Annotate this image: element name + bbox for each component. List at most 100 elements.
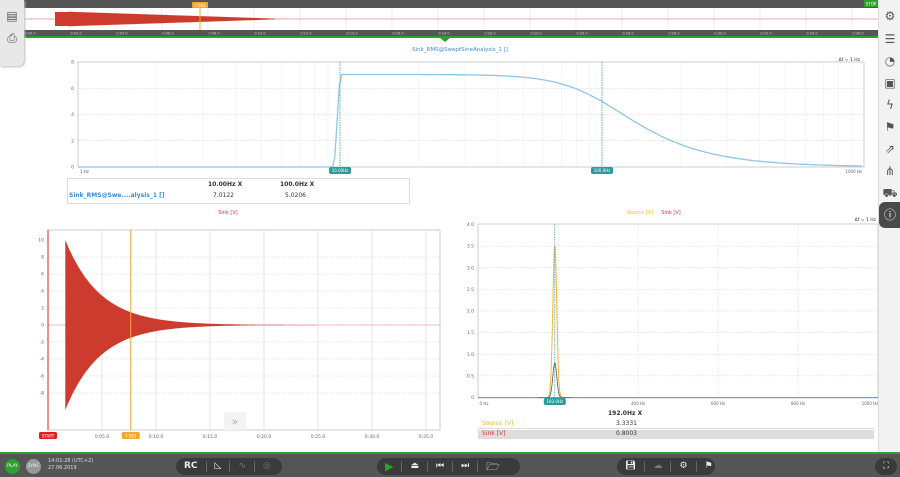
fft-row-value: 0.8003	[616, 430, 637, 437]
date-label: 27.06.2019	[48, 465, 77, 471]
report-icon[interactable]: ▣	[879, 72, 900, 94]
timeline-tick-label: 0:28.0	[668, 32, 679, 36]
time-y-tick-label: -2	[40, 340, 45, 346]
list-icon[interactable]: ☰	[879, 28, 900, 50]
overview-timeline[interactable]: 0:00.0 0:02.0 0:04.0 0:06.0 0:08.0 0:10.0 0:12…	[22, 0, 878, 42]
rc-button[interactable]: RC	[176, 461, 207, 472]
cloud-icon[interactable]: ☁	[645, 461, 672, 472]
fullscreen-button[interactable]: ⛶	[875, 458, 897, 475]
fr-cursor-label: 100.0Hz	[594, 168, 611, 173]
fft-row-label: Source [V]	[482, 420, 514, 427]
timeline-handle[interactable]	[440, 38, 450, 42]
fr-table-header-2: 100.0Hz X	[280, 181, 315, 188]
fft-cursor-label: 192.0Hz	[547, 399, 564, 404]
fft-x-tick-label: 600 Hz	[711, 401, 725, 406]
skip-start-icon[interactable]: ⏮	[428, 461, 454, 472]
bottom-bar: PLAY SYNC 14:01:28 (UTC+2) 27.06.2019 RC…	[0, 452, 900, 477]
timeline-tick-label: 0:12.0	[300, 32, 311, 36]
fft-chart: Source [V] Sink [V] Δf = 1 Hz 4.0 3.5 3.0 2…	[467, 210, 879, 406]
time-x-tick-label: 0:30.0	[365, 434, 380, 440]
time-x-tick-label: 0:10.0	[149, 434, 164, 440]
play-button[interactable]: ▶	[377, 461, 403, 472]
time-y-tick-label: 0	[41, 323, 44, 329]
settings-gear-icon[interactable]: ⚙	[671, 461, 697, 472]
time-y-tick-label: 4	[41, 289, 44, 295]
save-icon[interactable]: 💾︎	[617, 461, 646, 472]
fr-x-tick-label: 1000 Hz	[845, 169, 862, 174]
fft-y-tick-label: 2.5	[467, 287, 474, 293]
fr-table-value-1: 7.0122	[213, 192, 234, 199]
time-x-tick-label: 0:15.0	[203, 434, 218, 440]
fft-title-sink: Sink [V]	[661, 210, 681, 216]
car-icon[interactable]: ⛟	[879, 182, 900, 204]
time-x-tick-label: 0:35.0	[419, 434, 434, 440]
timeline-tick-label: 0:36.0	[852, 32, 863, 36]
fr-title: Sink_RMS@SweptSineAnalysis_1 []	[412, 47, 508, 53]
file-tools: 💾︎ ☁ ⚙ ⚑	[617, 458, 715, 475]
fft-x-tick-label: 1000 Hz	[862, 401, 879, 406]
measure-icon[interactable]: ◺	[207, 461, 231, 472]
export-icon[interactable]: ⇗	[879, 138, 900, 160]
timeline-tick-label: 0:32.0	[760, 32, 771, 36]
time-x-tick-label: 0:25.0	[311, 434, 326, 440]
printer-icon[interactable]: ⎙	[5, 32, 19, 44]
time-marker-label: 7.661	[125, 433, 137, 438]
timeline-tick-label: 0:22.0	[530, 32, 541, 36]
flag-icon[interactable]: ⚑	[879, 116, 900, 138]
target-icon[interactable]: ◎	[255, 461, 279, 472]
analysis-tools: RC ◺ ∿ ◎	[176, 458, 282, 475]
time-label: 14:01:28 (UTC+2)	[48, 458, 94, 464]
curve-icon[interactable]: ∿	[230, 461, 256, 472]
left-toolbar: ▤ ⎙	[0, 0, 24, 66]
playback-controls: ▶ ⏏ ⏮ ⏭ 🗁	[377, 458, 520, 475]
timeline-tick-label: 0:18.0	[438, 32, 449, 36]
fr-table-header-1: 10.00Hz X	[208, 181, 243, 188]
timeline-tick-label: 0:34.0	[806, 32, 817, 36]
timeline-tick-label: 0:04.0	[116, 32, 127, 36]
skip-end-icon[interactable]: ⏭	[453, 461, 479, 472]
gear-icon[interactable]: ⚙	[879, 5, 900, 27]
timeline-tick-label: 0:26.0	[622, 32, 633, 36]
fullscreen-icon: ⛶	[882, 461, 890, 471]
charts-canvas: 0:00.0 0:02.0 0:04.0 0:06.0 0:08.0 0:10.0 0:12…	[22, 0, 879, 440]
timeline-tick-label: 0:00.0	[24, 32, 35, 36]
bottom-flag-icon[interactable]: ⚑	[697, 461, 721, 472]
play-mode-button[interactable]: PLAY	[5, 459, 20, 474]
info-icon[interactable]: ⓘ	[879, 202, 900, 228]
scroll-right-icon: »	[232, 415, 239, 428]
fr-y-tick-label: 2	[71, 138, 74, 144]
fft-y-tick-label: 3.5	[467, 244, 474, 250]
fr-x-tick-label: 1 Hz	[80, 169, 89, 174]
timeline-tick-label: 0:06.0	[162, 32, 173, 36]
open-folder-icon[interactable]: 🗁	[478, 461, 508, 472]
time-y-tick-label: 10	[38, 238, 44, 244]
timeline-tick-label: 0:20.0	[484, 32, 495, 36]
stop-label: STOP	[866, 2, 877, 7]
time-chart: Sink [V] 0:05.0 0:10.0 0:15.0 0:20.0 0:25.0 0…	[38, 210, 441, 440]
lightning-icon[interactable]: ϟ	[879, 94, 900, 116]
gauge-icon[interactable]: ◔	[879, 50, 900, 72]
timeline-tick-label: 0:30.0	[714, 32, 725, 36]
fft-x-tick-label: 0 Hz	[480, 401, 489, 406]
fr-cursor-table: 10.00Hz X 100.0Hz X Sink_RMS@Swe....alys…	[67, 178, 410, 204]
datetime: 14:01:28 (UTC+2) 27.06.2019	[48, 458, 93, 472]
fft-x-tick-label: 800 Hz	[791, 401, 805, 406]
fft-title-source: Source [V]	[627, 210, 653, 216]
sync-button[interactable]: SYNC	[26, 459, 41, 474]
timeline-tick-label: 0:24.0	[576, 32, 587, 36]
hierarchy-icon[interactable]: ⋔	[879, 160, 900, 182]
layers-icon[interactable]: ▤	[5, 10, 19, 22]
fr-cursor-label: 10.00Hz	[332, 168, 349, 173]
fft-x-tick-label: 400 Hz	[631, 401, 645, 406]
timeline-tick-label: 0:16.0	[392, 32, 403, 36]
timeline-tick-label: 0:02.0	[70, 32, 81, 36]
frequency-response-chart: Sink_RMS@SweptSineAnalysis_1 [] Δf = 1 H…	[71, 47, 865, 174]
time-y-tick-label: -4	[40, 357, 45, 363]
fr-y-tick-label: 4	[71, 112, 74, 118]
fft-y-tick-label: 1.5	[467, 330, 474, 336]
eject-icon[interactable]: ⏏	[402, 461, 428, 472]
fft-table-row-source: Source [V] 3.3331	[478, 420, 874, 429]
time-y-tick-label: -6	[40, 374, 45, 380]
timeline-tick-label: 0:10.0	[254, 32, 265, 36]
time-x-tick-label: 0:05.0	[95, 434, 110, 440]
